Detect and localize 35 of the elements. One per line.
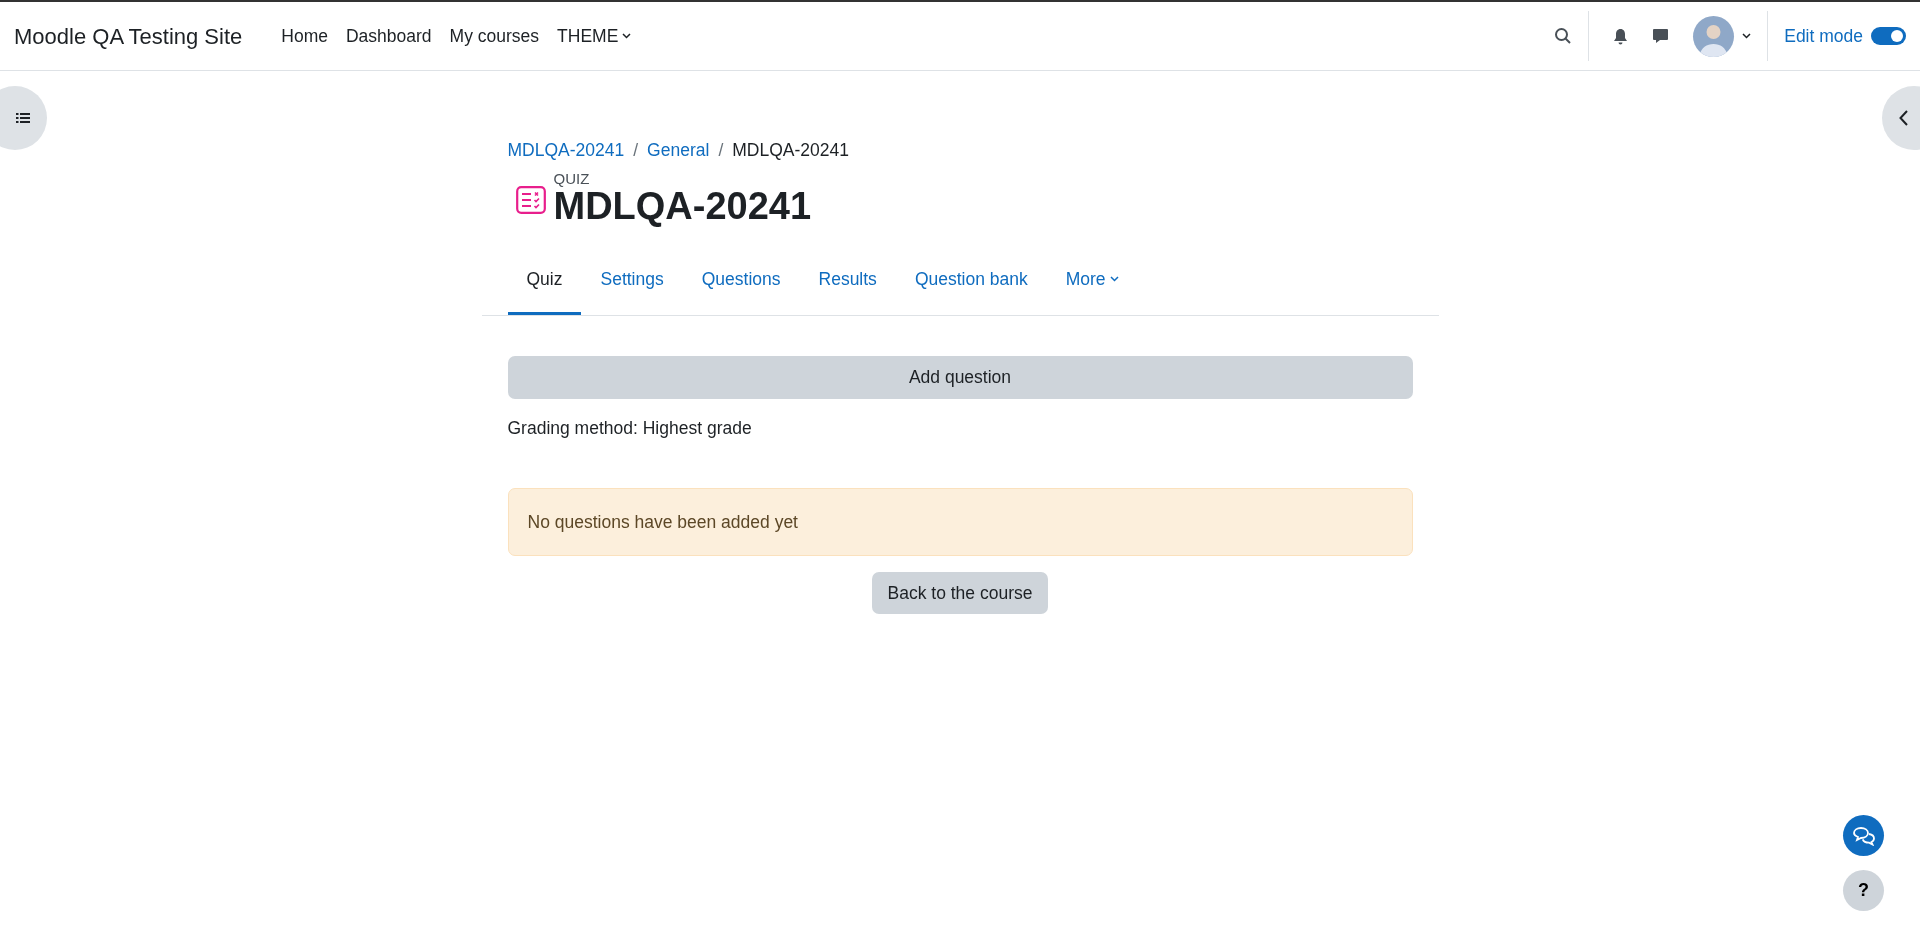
edit-mode-toggle[interactable] — [1871, 27, 1906, 45]
tab[interactable]: More — [1046, 252, 1138, 316]
bell-icon[interactable] — [1613, 27, 1629, 45]
back-to-course-button[interactable]: Back to the course — [871, 572, 1049, 615]
breadcrumb-link[interactable]: General — [647, 137, 710, 164]
breadcrumb-separator: / — [633, 139, 639, 162]
chat-icon[interactable] — [1652, 28, 1670, 44]
breadcrumb-link[interactable]: MDLQA-20241 — [507, 137, 625, 164]
tab[interactable]: Settings — [581, 252, 683, 316]
breadcrumb-separator: / — [718, 139, 724, 162]
nav-link[interactable]: Home — [272, 22, 337, 50]
tab[interactable]: Question bank — [895, 252, 1047, 316]
edit-mode-label: Edit mode — [1784, 24, 1863, 48]
drawer-toggle-button[interactable] — [0, 86, 47, 150]
help-button[interactable]: ? — [1843, 870, 1884, 911]
add-question-button[interactable]: Add question — [507, 356, 1413, 399]
search-icon[interactable] — [1554, 27, 1573, 45]
speech-bubbles-icon — [1851, 825, 1876, 846]
alert-message: No questions have been added yet — [507, 487, 1413, 557]
page-title: MDLQA-20241 — [553, 186, 812, 229]
tab[interactable]: Quiz — [507, 252, 582, 316]
grading-method-text: Grading method: Highest grade — [507, 416, 753, 440]
caret-icon[interactable] — [1742, 33, 1752, 39]
nav-link[interactable]: My courses — [440, 22, 549, 50]
tab[interactable]: Results — [799, 252, 896, 316]
chevron-left-icon — [1899, 110, 1908, 126]
tab[interactable]: Questions — [682, 252, 800, 316]
nav-link[interactable]: Dashboard — [337, 22, 441, 50]
nav-link[interactable]: THEME — [548, 22, 641, 50]
activity-type-label: QUIZ — [553, 171, 591, 187]
quiz-icon — [515, 185, 546, 214]
list-icon — [16, 112, 30, 124]
chat-button[interactable] — [1843, 815, 1884, 856]
breadcrumb-current: MDLQA-20241 — [732, 139, 849, 162]
site-name[interactable]: Moodle QA Testing Site — [14, 19, 243, 53]
